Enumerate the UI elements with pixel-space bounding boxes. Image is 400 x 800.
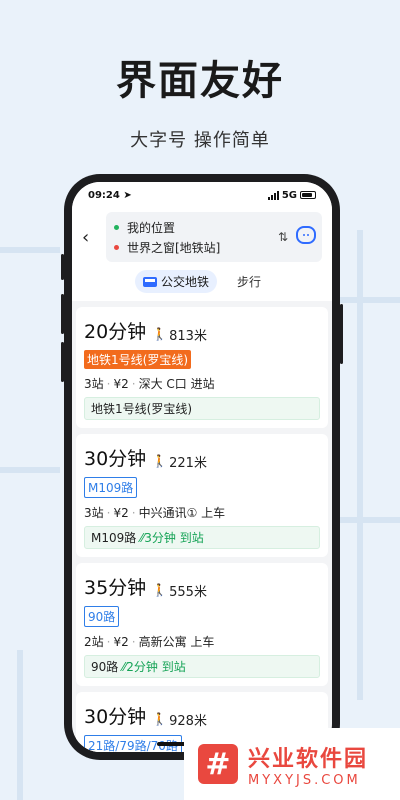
battery-icon xyxy=(300,191,316,199)
phone-screen: 09:24 ➤ 5G ‹ 我的位置 世界之窗[地铁站] ⇅ 公交地铁 步行 20… xyxy=(72,182,332,752)
status-time: 09:24 ➤ xyxy=(88,189,132,201)
watermark-en: MYXYJS.COM xyxy=(248,772,361,788)
route-duration: 30分钟 xyxy=(84,706,147,728)
line-tag: 地铁1号线(罗宝线) xyxy=(84,350,191,369)
back-icon[interactable]: ‹ xyxy=(82,227,102,248)
walk-distance: 928米 xyxy=(169,713,207,729)
network-type: 5G xyxy=(281,189,297,201)
swap-icon[interactable]: ⇅ xyxy=(278,230,288,244)
signal-icon xyxy=(267,190,279,200)
route-header: ‹ 我的位置 世界之窗[地铁站] ⇅ 公交地铁 步行 xyxy=(72,208,332,301)
hero: 界面友好 大字号 操作简单 xyxy=(0,48,400,152)
hero-subtitle: 大字号 操作简单 xyxy=(130,130,270,151)
location-arrow-icon: ➤ xyxy=(123,189,132,201)
route-strip: M109路 ⁄⁄3分钟 到站 xyxy=(84,526,320,549)
route-input-box[interactable]: 我的位置 世界之窗[地铁站] ⇅ xyxy=(106,212,322,262)
route-list: 20分钟 🚶 813米 地铁1号线(罗宝线) 3站 · ¥2 · 深大 C口 进站 地铁1… xyxy=(72,301,332,752)
destination-label: 世界之窗[地铁站] xyxy=(127,240,221,255)
destination-dot-icon xyxy=(114,244,119,250)
route-card[interactable]: 30分钟 🚶 221米 M109路 3站 · ¥2 · 中兴通讯① 上车 M109路 ⁄⁄3… xyxy=(76,434,328,557)
status-bar: 09:24 ➤ 5G xyxy=(72,182,332,208)
walk-icon: 🚶 xyxy=(152,327,168,341)
watermark-cn: 兴业软件园 xyxy=(248,746,369,772)
route-meta: 2站 · ¥2 · 高新公寓 上车 xyxy=(84,635,215,649)
phone-frame: 09:24 ➤ 5G ‹ 我的位置 世界之窗[地铁站] ⇅ 公交地铁 步行 20… xyxy=(61,174,343,760)
route-meta: 3站 · ¥2 · 深大 C口 进站 xyxy=(84,377,215,391)
walk-icon: 🚶 xyxy=(152,454,168,468)
hero-title: 界面友好 xyxy=(116,58,284,104)
origin-dot-icon xyxy=(114,224,119,230)
route-duration: 30分钟 xyxy=(84,448,147,470)
tab-transit-label: 公交地铁 xyxy=(160,275,209,289)
bus-icon xyxy=(142,276,157,287)
route-duration: 20分钟 xyxy=(84,321,147,343)
watermark-logo-icon: # xyxy=(198,744,238,784)
walk-distance: 813米 xyxy=(169,328,207,344)
origin-label: 我的位置 xyxy=(127,220,176,235)
route-strip: 地铁1号线(罗宝线) xyxy=(84,397,320,420)
tab-walk[interactable]: 步行 xyxy=(229,270,269,293)
mode-tabs: 公交地铁 步行 xyxy=(82,270,322,293)
tab-walk-label: 步行 xyxy=(237,275,262,289)
route-meta: 3站 · ¥2 · 中兴通讯① 上车 xyxy=(84,506,226,520)
watermark: # 兴业软件园 MYXYJS.COM xyxy=(184,728,400,800)
chat-assistant-icon[interactable] xyxy=(296,226,316,244)
route-duration: 35分钟 xyxy=(84,577,147,599)
line-tag: 90路 xyxy=(84,606,120,627)
route-card[interactable]: 20分钟 🚶 813米 地铁1号线(罗宝线) 3站 · ¥2 · 深大 C口 进站 地铁1… xyxy=(76,307,328,428)
walk-icon: 🚶 xyxy=(152,583,168,597)
walk-icon: 🚶 xyxy=(152,712,168,726)
tab-transit[interactable]: 公交地铁 xyxy=(134,270,217,293)
walk-distance: 555米 xyxy=(169,584,207,600)
walk-distance: 221米 xyxy=(169,455,207,471)
route-strip: 90路 ⁄⁄2分钟 到站 xyxy=(84,655,320,678)
route-card[interactable]: 35分钟 🚶 555米 90路 2站 · ¥2 · 高新公寓 上车 90路 ⁄⁄2分钟 到站 xyxy=(76,563,328,686)
line-tag: M109路 xyxy=(84,477,138,498)
